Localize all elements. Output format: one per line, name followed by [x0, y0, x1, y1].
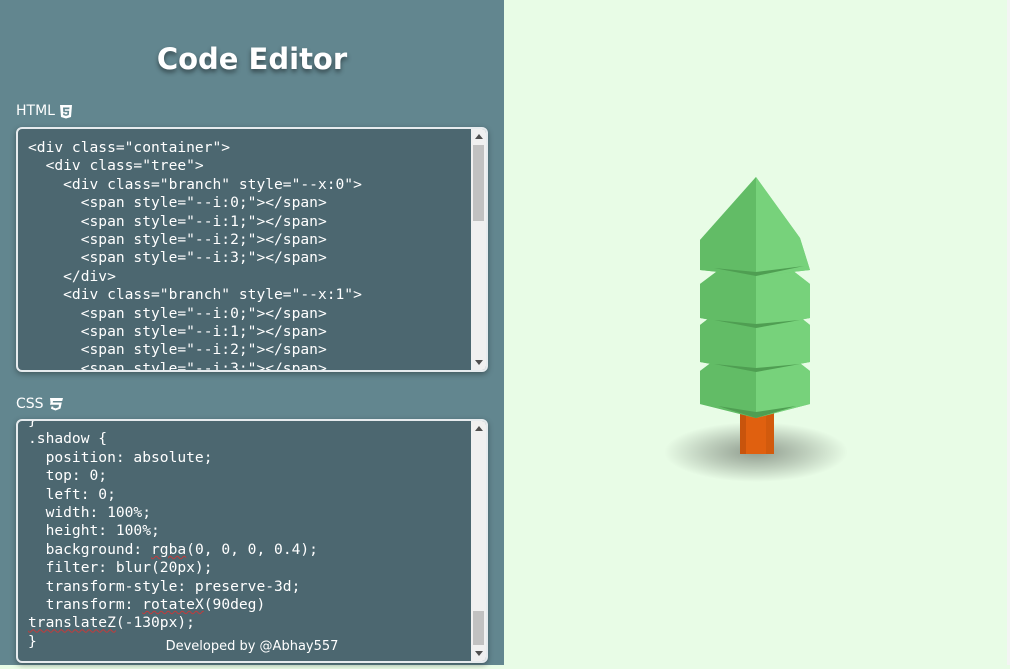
css3-icon [48, 397, 63, 412]
css-scroll-thumb[interactable] [473, 611, 484, 645]
tree-branch-1 [700, 177, 810, 276]
html-scroll-thumb[interactable] [473, 145, 484, 221]
html-code-editor[interactable]: <div class="container"> <div class="tree… [16, 127, 488, 372]
arrow-up-icon [474, 134, 483, 139]
arrow-up-icon [474, 426, 483, 431]
html-label-text: HTML [16, 103, 55, 119]
code-line[interactable]: width: 100%; [28, 504, 151, 521]
scroll-up-button[interactable] [471, 129, 486, 144]
code-line[interactable]: .shadow { [28, 430, 107, 447]
code-line[interactable]: <div class="branch" style="--x:1"> [28, 286, 362, 303]
arrow-down-icon [474, 360, 483, 365]
scroll-down-button[interactable] [471, 355, 486, 370]
code-line[interactable]: translateZ(-130px); [28, 614, 195, 631]
code-line[interactable]: left: 0; [28, 486, 116, 503]
html-editor-scrollbar[interactable] [471, 129, 486, 370]
css-section-label: CSS [16, 396, 63, 412]
code-line[interactable]: <div class="tree"> [28, 157, 204, 174]
code-line[interactable]: <span style="--i:3;"></span> [28, 249, 327, 266]
preview-pane [504, 0, 1007, 665]
scroll-down-button[interactable] [471, 646, 486, 661]
code-line[interactable]: <span style="--i:2;"></span> [28, 341, 327, 358]
arrow-down-icon [474, 651, 483, 656]
html-section-label: HTML [16, 103, 73, 119]
css-editor-scrollbar[interactable] [471, 421, 486, 661]
scroll-up-button[interactable] [471, 421, 486, 436]
code-line[interactable]: transform-style: preserve-3d; [28, 578, 301, 595]
code-line[interactable]: top: 0; [28, 467, 108, 484]
page-title: Code Editor [156, 42, 348, 76]
code-line[interactable]: <div class="container"> [28, 139, 230, 156]
code-line[interactable]: <span style="--i:3;"></span> [28, 360, 327, 370]
tree-trunk [740, 412, 774, 454]
html5-icon [59, 104, 73, 119]
code-line[interactable]: } [28, 421, 37, 429]
code-line[interactable]: <span style="--i:2;"></span> [28, 231, 327, 248]
code-editor-panel: Code Editor HTML <div class="container">… [0, 0, 504, 665]
code-line[interactable]: <span style="--i:0;"></span> [28, 194, 327, 211]
code-line[interactable]: filter: blur(20px); [28, 559, 213, 576]
code-line[interactable]: background: rgba(0, 0, 0, 0.4); [28, 541, 318, 558]
code-line[interactable]: <span style="--i:0;"></span> [28, 305, 327, 322]
code-line[interactable]: </div> [28, 268, 116, 285]
css-code-text[interactable]: } .shadow { position: absolute; top: 0; … [18, 421, 470, 651]
html-code-text[interactable]: <div class="container"> <div class="tree… [18, 139, 470, 370]
code-line[interactable]: position: absolute; [28, 449, 213, 466]
css-code-editor[interactable]: } .shadow { position: absolute; top: 0; … [16, 419, 488, 663]
css-label-text: CSS [16, 396, 44, 412]
code-line[interactable]: height: 100%; [28, 522, 160, 539]
code-line[interactable]: } [28, 633, 37, 650]
code-line[interactable]: transform: rotateX(90deg) [28, 596, 266, 613]
code-line[interactable]: <span style="--i:1;"></span> [28, 213, 327, 230]
tree-icon [664, 177, 848, 482]
code-line[interactable]: <span style="--i:1;"></span> [28, 323, 327, 340]
code-line[interactable]: <div class="branch" style="--x:0"> [28, 176, 362, 193]
